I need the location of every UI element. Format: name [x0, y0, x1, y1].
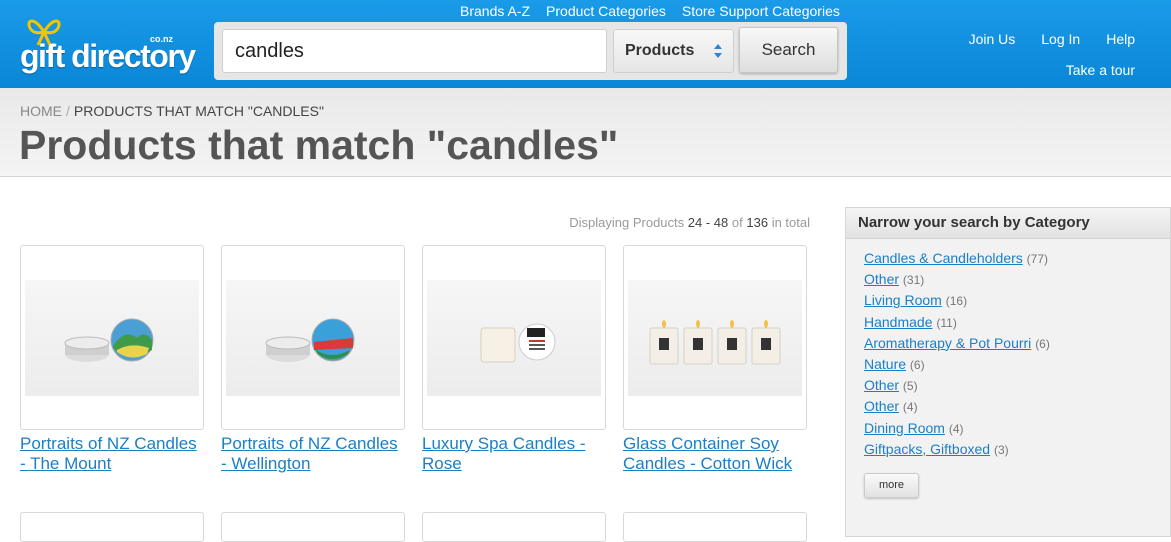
product-thumbnail[interactable] [221, 512, 405, 542]
category-link[interactable]: Aromatherapy & Pot Pourri [864, 335, 1031, 351]
search-input[interactable]: candles [222, 29, 607, 73]
product-card: Portraits of NZ Candles - The Mount [20, 245, 204, 474]
nav-product-categories[interactable]: Product Categories [546, 3, 666, 19]
category-item: Dining Room (4) [864, 420, 1170, 441]
join-us-link[interactable]: Join Us [969, 31, 1016, 47]
results-count: Displaying Products 24 - 48 of 136 in to… [569, 215, 810, 230]
category-link[interactable]: Other [864, 271, 899, 287]
take-a-tour-link[interactable]: Take a tour [1066, 62, 1135, 78]
search-scope-select[interactable]: Products [613, 29, 734, 73]
category-item: Living Room (16) [864, 292, 1170, 313]
product-card: Portraits of NZ Candles - Wellington [221, 245, 405, 474]
results-total: 136 [746, 215, 769, 230]
category-item: Giftpacks, Giftboxed (3) [864, 441, 1170, 462]
product-image [427, 280, 601, 396]
top-nav: Brands A-Z Product Categories Store Supp… [460, 3, 840, 19]
product-link[interactable]: Luxury Spa Candles - Rose [422, 434, 606, 474]
category-count: (11) [936, 315, 957, 330]
category-item: Nature (6) [864, 356, 1170, 377]
category-count: (5) [902, 379, 918, 394]
category-link[interactable]: Living Room [864, 292, 942, 308]
product-link[interactable]: Portraits of NZ Candles - The Mount [20, 434, 204, 474]
more-categories-button[interactable]: more [864, 473, 919, 498]
category-count: (6) [909, 357, 925, 372]
product-thumbnail[interactable] [623, 512, 807, 542]
category-link[interactable]: Candles & Candleholders [864, 250, 1023, 266]
product-card: Luxury Spa Candles - Rose [422, 245, 606, 474]
results-range: 24 - 48 [687, 215, 729, 230]
category-link[interactable]: Nature [864, 356, 906, 372]
product-link[interactable]: Portraits of NZ Candles - Wellington [221, 434, 405, 474]
user-nav: Join Us Log In Help [969, 31, 1135, 47]
product-image [226, 280, 400, 396]
category-item: Other (5) [864, 377, 1170, 398]
title-band: HOME / PRODUCTS THAT MATCH "CANDLES" Produ… [0, 88, 1171, 177]
nav-brands[interactable]: Brands A-Z [460, 3, 530, 19]
breadcrumb: HOME / PRODUCTS THAT MATCH "CANDLES" [20, 103, 324, 119]
product-thumbnail[interactable] [221, 245, 405, 430]
product-thumbnail[interactable] [422, 512, 606, 542]
category-count: (4) [948, 421, 964, 436]
category-filter-panel: Narrow your search by Category Candles &… [845, 207, 1171, 537]
product-thumbnail[interactable] [623, 245, 807, 430]
product-image [628, 280, 802, 396]
category-item: Other (31) [864, 271, 1170, 292]
category-link[interactable]: Handmade [864, 314, 933, 330]
nav-store-support-categories[interactable]: Store Support Categories [682, 3, 840, 19]
category-link[interactable]: Other [864, 398, 899, 414]
category-item: Aromatherapy & Pot Pourri (6) [864, 335, 1170, 356]
select-arrows-icon [714, 44, 722, 58]
results-of: of [731, 215, 743, 230]
category-count: (6) [1035, 336, 1050, 351]
category-list: Candles & Candleholders (77) Other (31) … [846, 239, 1170, 462]
site-logo[interactable]: co.nz gift directory [18, 12, 196, 78]
site-header: co.nz gift directory Brands A-Z Product … [0, 0, 1171, 88]
search-bar: candles Products Search [214, 22, 847, 80]
category-link[interactable]: Other [864, 377, 899, 393]
category-link[interactable]: Giftpacks, Giftboxed [864, 441, 990, 457]
category-item: Candles & Candleholders (77) [864, 250, 1170, 271]
category-count: (16) [945, 294, 968, 309]
logo-text: gift directory [20, 38, 196, 74]
category-item: Handmade (11) [864, 314, 1170, 335]
category-count: (31) [902, 273, 925, 288]
log-in-link[interactable]: Log In [1041, 31, 1080, 47]
category-item: Other (4) [864, 398, 1170, 419]
product-card: Glass Container Soy Candles - Cotton Wic… [623, 245, 807, 474]
category-count: (3) [993, 442, 1009, 457]
category-link[interactable]: Dining Room [864, 420, 945, 436]
product-thumbnail[interactable] [422, 245, 606, 430]
category-filter-heading: Narrow your search by Category [846, 208, 1170, 239]
help-link[interactable]: Help [1106, 31, 1135, 47]
category-count: (77) [1026, 252, 1048, 266]
product-thumbnail[interactable] [20, 245, 204, 430]
breadcrumb-current: PRODUCTS THAT MATCH "CANDLES" [73, 103, 324, 119]
breadcrumb-home[interactable]: HOME [20, 103, 62, 119]
product-image [25, 280, 199, 396]
category-count: (4) [902, 400, 918, 415]
product-thumbnail[interactable] [20, 512, 204, 542]
page-title: Products that match "candles" [19, 122, 619, 168]
results-suffix: in total [771, 215, 810, 230]
product-link[interactable]: Glass Container Soy Candles - Cotton Wic… [623, 434, 807, 474]
search-button[interactable]: Search [739, 27, 838, 73]
results-prefix: Displaying Products [569, 215, 685, 230]
breadcrumb-separator: / [66, 103, 70, 119]
search-scope-value: Products [625, 42, 695, 59]
